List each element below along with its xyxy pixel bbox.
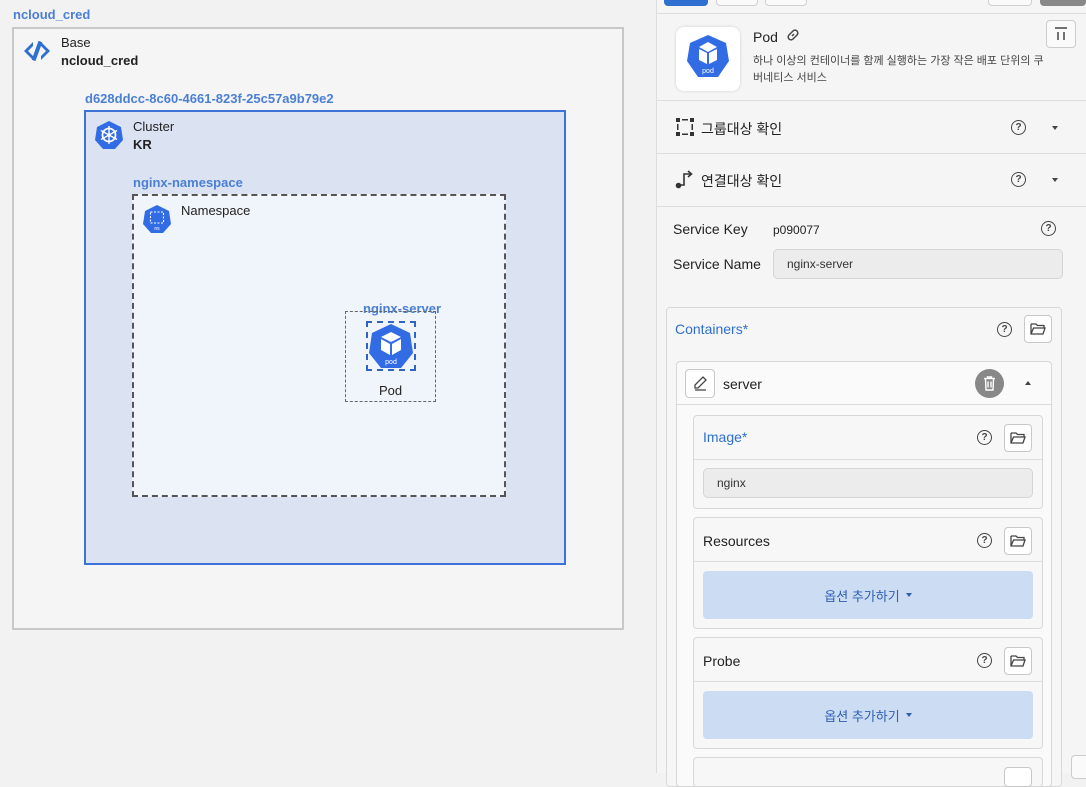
divider <box>656 153 1086 154</box>
divider <box>694 561 1042 562</box>
resources-add-option-label: 옵션 추가하기 <box>824 588 900 604</box>
divider <box>694 681 1042 682</box>
header-icon-text: pod <box>702 68 714 75</box>
folder-open-icon <box>1010 432 1026 444</box>
namespace-type: Namespace <box>181 203 251 218</box>
next-section <box>693 757 1043 787</box>
image-folder-button[interactable] <box>1004 424 1032 452</box>
resources-add-option-button[interactable]: 옵션 추가하기 <box>703 571 1033 619</box>
dropdown-caret-icon <box>905 593 912 597</box>
namespace-container[interactable] <box>132 194 506 497</box>
divider <box>656 206 1086 207</box>
pod-tile: pod <box>676 27 740 91</box>
toolbar-button-3[interactable] <box>765 0 807 6</box>
probe-help-icon[interactable]: ? <box>977 653 992 668</box>
service-name-label: Service Name <box>673 256 761 272</box>
edit-container-button[interactable] <box>685 369 715 398</box>
kubernetes-wheel-icon <box>94 120 124 150</box>
arrow-top-icon <box>1055 27 1067 40</box>
link-help-icon[interactable]: ? <box>1011 172 1026 187</box>
resources-help-icon[interactable]: ? <box>977 533 992 548</box>
image-label: Image* <box>703 429 748 445</box>
service-key-value: p090077 <box>773 223 820 237</box>
folder-open-icon <box>1030 323 1046 335</box>
toolbar-button-5[interactable] <box>1040 0 1086 6</box>
service-name-input[interactable]: nginx-server <box>773 249 1063 279</box>
resources-folder-button[interactable] <box>1004 527 1032 555</box>
base-logo-icon <box>22 38 52 64</box>
cluster-name: KR <box>133 137 152 152</box>
link-target-label[interactable]: 연결대상 확인 <box>701 171 782 191</box>
link-expand-chevron-icon[interactable] <box>1052 178 1058 182</box>
image-help-icon[interactable]: ? <box>977 430 992 445</box>
pod-type: Pod <box>379 383 403 398</box>
connection-route-icon <box>675 169 695 189</box>
ns-icon-text: ns <box>154 226 160 232</box>
cluster-label: d628ddcc-8c60-4661-823f-25c57a9b79e2 <box>85 91 334 106</box>
namespace-label: nginx-namespace <box>133 175 243 190</box>
divider <box>656 13 1086 14</box>
group-expand-chevron-icon[interactable] <box>1052 126 1058 130</box>
pod-cube-icon: pod <box>368 323 414 369</box>
pencil-icon <box>694 376 707 391</box>
divider <box>656 100 1086 101</box>
pod-header-icon: pod <box>687 35 729 77</box>
divider <box>677 404 1051 405</box>
folder-open-icon <box>1010 655 1026 667</box>
divider <box>694 459 1042 460</box>
link-icon[interactable] <box>785 27 801 43</box>
side-toggle-button[interactable] <box>1071 755 1086 779</box>
containers-folder-button[interactable] <box>1024 315 1052 343</box>
panel-description: 하나 이상의 컨테이너를 함께 실행하는 가장 작은 배포 단위의 쿠버네티스 … <box>753 55 1044 84</box>
trash-icon <box>984 376 995 391</box>
containers-label: Containers* <box>675 321 749 337</box>
resources-label: Resources <box>703 533 770 549</box>
base-label: ncloud_cred <box>13 7 91 22</box>
service-key-label: Service Key <box>673 221 748 237</box>
group-frame-icon <box>675 117 695 137</box>
collapse-top-button[interactable] <box>1046 20 1076 48</box>
panel-title: Pod <box>753 29 778 45</box>
image-input[interactable]: nginx <box>703 468 1033 498</box>
namespace-icon: ns <box>142 204 172 234</box>
toolbar-button-4[interactable] <box>988 0 1032 6</box>
folder-open-icon <box>1010 535 1026 547</box>
probe-add-option-label: 옵션 추가하기 <box>824 708 900 724</box>
container-name: server <box>723 376 762 392</box>
service-key-help-icon[interactable]: ? <box>1041 221 1056 236</box>
cluster-type: Cluster <box>133 119 175 134</box>
delete-container-button[interactable] <box>975 369 1004 398</box>
probe-label: Probe <box>703 653 741 669</box>
probe-add-option-button[interactable]: 옵션 추가하기 <box>703 691 1033 739</box>
base-type: Base <box>61 35 91 50</box>
group-help-icon[interactable]: ? <box>1011 120 1026 135</box>
toolbar-button-2[interactable] <box>716 0 758 6</box>
pod-icon-text: pod <box>385 359 397 366</box>
next-folder-button[interactable] <box>1004 767 1032 787</box>
toolbar-primary-button[interactable] <box>664 0 708 6</box>
collapse-chevron-up-icon[interactable] <box>1025 381 1031 385</box>
group-target-label[interactable]: 그룹대상 확인 <box>701 119 782 139</box>
containers-help-icon[interactable]: ? <box>997 322 1012 337</box>
probe-folder-button[interactable] <box>1004 647 1032 675</box>
base-name: ncloud_cred <box>61 53 139 68</box>
dropdown-caret-icon <box>905 713 912 717</box>
